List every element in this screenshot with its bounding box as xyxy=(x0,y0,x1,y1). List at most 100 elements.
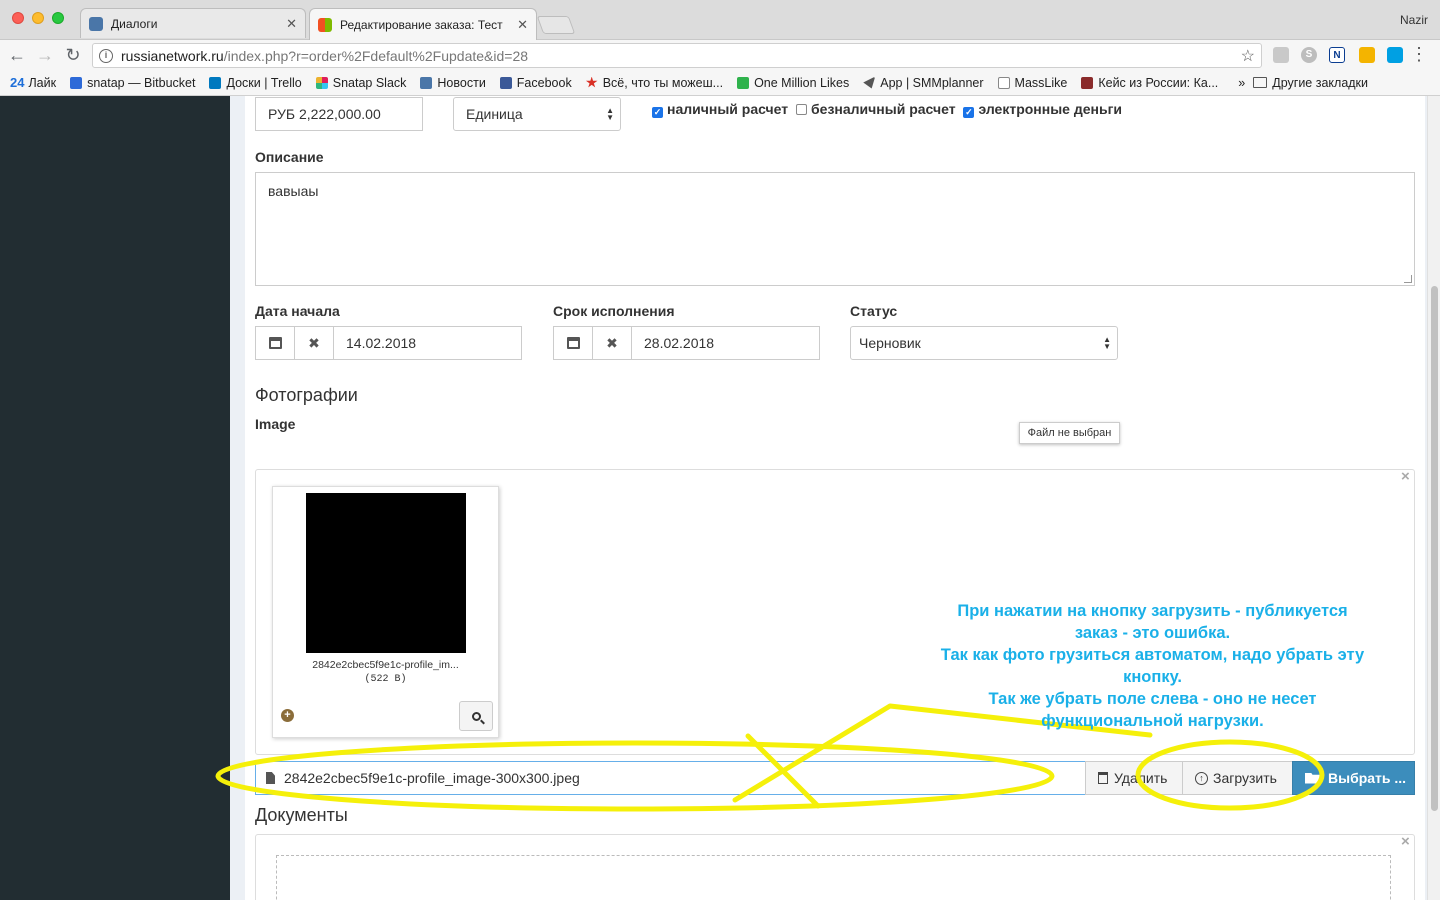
upload-button[interactable]: ↑ Загрузить xyxy=(1182,761,1293,795)
back-arrow-icon[interactable]: ← xyxy=(6,44,28,66)
star-icon xyxy=(585,76,598,88)
bookmark-like[interactable]: 24 Лайк xyxy=(10,75,56,90)
site-info-icon[interactable]: i xyxy=(99,48,113,63)
facebook-icon xyxy=(499,76,512,89)
start-date-clear-button[interactable]: ✖ xyxy=(294,326,334,360)
file-icon xyxy=(266,772,275,784)
upload-button-label: Загрузить xyxy=(1213,770,1277,786)
file-caption-field[interactable]: 2842e2cbec5f9e1c-profile_image-300x300.j… xyxy=(255,761,1086,795)
maximize-window-button[interactable] xyxy=(52,12,64,24)
annotation-line: Так как фото грузиться автоматом, надо у… xyxy=(940,646,1365,664)
bookmark-news[interactable]: Новости xyxy=(420,75,486,90)
image-label: Image xyxy=(255,416,296,432)
bookmark-slack[interactable]: Snatap Slack xyxy=(315,76,406,90)
bookmark-label: Кейс из России: Ка... xyxy=(1098,75,1219,90)
deadline-clear-button[interactable]: ✖ xyxy=(592,326,632,360)
deadline-calendar-button[interactable] xyxy=(553,326,593,360)
folder-open-icon xyxy=(1305,772,1320,784)
other-bookmarks-folder[interactable]: Другие закладки xyxy=(1253,76,1368,90)
scrollbar-thumb[interactable] xyxy=(1431,286,1438,811)
cashless-checkbox[interactable] xyxy=(796,104,808,115)
description-label: Описание xyxy=(255,149,324,165)
address-bar[interactable]: i russianetwork.ru /index.php?r=order%2F… xyxy=(92,43,1262,68)
unit-select-value: Единица xyxy=(466,106,523,122)
tab-edit-order[interactable]: Редактирование заказа: Тест ✕ xyxy=(309,8,537,40)
description-textarea[interactable]: вавыаы xyxy=(255,172,1415,286)
clear-icon: ✖ xyxy=(308,334,320,351)
file-caption-value: 2842e2cbec5f9e1c-profile_image-300x300.j… xyxy=(284,770,580,786)
bookmark-label: Новости xyxy=(437,75,486,90)
page-icon xyxy=(997,76,1010,89)
bitbucket-icon xyxy=(70,76,83,89)
heart-icon xyxy=(737,76,750,89)
status-select-value: Черновик xyxy=(859,335,921,351)
start-date-calendar-button[interactable] xyxy=(255,326,295,360)
drag-handle-icon[interactable]: + xyxy=(281,709,294,722)
close-preview-icon[interactable]: × xyxy=(1401,468,1410,485)
close-window-button[interactable] xyxy=(12,12,24,24)
bookmark-label: One Million Likes xyxy=(754,75,850,90)
slack-icon xyxy=(315,76,328,89)
paper-plane-icon xyxy=(863,76,876,89)
colorful-extension-icon[interactable] xyxy=(1359,47,1375,63)
browser-menu-icon[interactable]: ⋮ xyxy=(1410,45,1428,63)
delete-button[interactable]: Удалить xyxy=(1085,761,1183,795)
trello-icon xyxy=(209,76,222,89)
n-extension-icon[interactable]: N xyxy=(1329,47,1345,63)
blue-extension-icon[interactable] xyxy=(1387,47,1403,63)
bookmark-trello[interactable]: Доски | Trello xyxy=(209,75,302,90)
bookmark-bitbucket[interactable]: snatap — Bitbucket xyxy=(70,76,195,90)
reload-icon[interactable]: ↻ xyxy=(62,44,84,66)
file-thumbnail: 2842e2cbec5f9e1c-profile_im... (522 B) + xyxy=(272,486,499,738)
cash-checkbox[interactable]: ✓ xyxy=(652,107,663,118)
bookmark-million-likes[interactable]: One Million Likes xyxy=(737,76,849,90)
annotation-note: При нажатии на кнопку загрузить - публик… xyxy=(880,600,1425,732)
bookmark-label: Доски | Trello xyxy=(226,75,302,90)
bookmark-label: MassLike xyxy=(1014,75,1068,90)
forward-arrow-icon[interactable]: → xyxy=(34,44,56,66)
zoom-preview-button[interactable] xyxy=(459,701,493,731)
documents-drop-zone[interactable] xyxy=(276,855,1391,900)
select-arrows-icon: ▲ ▼ xyxy=(1103,335,1111,351)
tab-dialogs[interactable]: Диалоги ✕ xyxy=(80,8,306,38)
unit-select[interactable]: Единица ▲ ▼ xyxy=(453,97,621,131)
profile-name[interactable]: Nazir xyxy=(1400,13,1428,27)
emoney-checkbox[interactable]: ✓ xyxy=(963,107,975,118)
browse-button-label: Выбрать ... xyxy=(1328,770,1407,786)
page-scrollbar[interactable] xyxy=(1427,96,1440,900)
admin-sidebar xyxy=(0,96,230,900)
resize-grip-icon[interactable] xyxy=(1404,275,1412,283)
status-label: Статус xyxy=(850,303,898,319)
bookmark-case-russia[interactable]: Кейс из России: Ка... xyxy=(1081,76,1218,90)
tab-title: Редактирование заказа: Тест xyxy=(340,17,503,32)
close-documents-icon[interactable]: × xyxy=(1401,833,1410,850)
bookmark-everything[interactable]: Всё, что ты можеш... xyxy=(585,76,723,90)
shield-extension-icon[interactable] xyxy=(1273,47,1289,63)
bookmark-24-icon: 24 xyxy=(10,75,25,90)
deadline-label: Срок исполнения xyxy=(553,303,675,319)
bookmark-star-icon[interactable]: ☆ xyxy=(1241,46,1255,66)
price-input[interactable]: РУБ 2,222,000.00 xyxy=(255,97,423,131)
bookmark-masslike[interactable]: MassLike xyxy=(997,75,1068,90)
start-date-input[interactable]: 14.02.2018 xyxy=(333,326,522,360)
new-tab-button[interactable] xyxy=(536,16,576,34)
close-tab-icon[interactable]: ✕ xyxy=(517,17,528,33)
annotation-line: функциональной нагрузки. xyxy=(1041,712,1264,730)
annotation-line: кнопку. xyxy=(1123,668,1182,686)
colored-squares-icon xyxy=(318,17,332,32)
payment-methods: ✓ наличный расчет безналичный расчет ✓ эле… xyxy=(652,101,1126,118)
vk-messages-icon xyxy=(89,16,103,31)
close-tab-icon[interactable]: ✕ xyxy=(286,16,297,32)
more-bookmarks-chevron[interactable]: » xyxy=(1238,76,1245,90)
delete-button-label: Удалить xyxy=(1114,770,1168,786)
bookmark-facebook[interactable]: Facebook xyxy=(499,76,572,90)
bookmark-smmplanner[interactable]: App | SMMplanner xyxy=(863,76,984,90)
status-select[interactable]: Черновик ▲ ▼ xyxy=(850,326,1118,360)
browse-button[interactable]: Выбрать ... xyxy=(1292,761,1415,795)
annotation-line: заказ - это ошибка. xyxy=(1074,624,1231,642)
trash-icon xyxy=(1098,772,1108,784)
minimize-window-button[interactable] xyxy=(32,12,44,24)
documents-heading: Документы xyxy=(255,805,348,825)
skype-extension-icon[interactable]: S xyxy=(1301,47,1317,63)
deadline-input[interactable]: 28.02.2018 xyxy=(631,326,820,360)
